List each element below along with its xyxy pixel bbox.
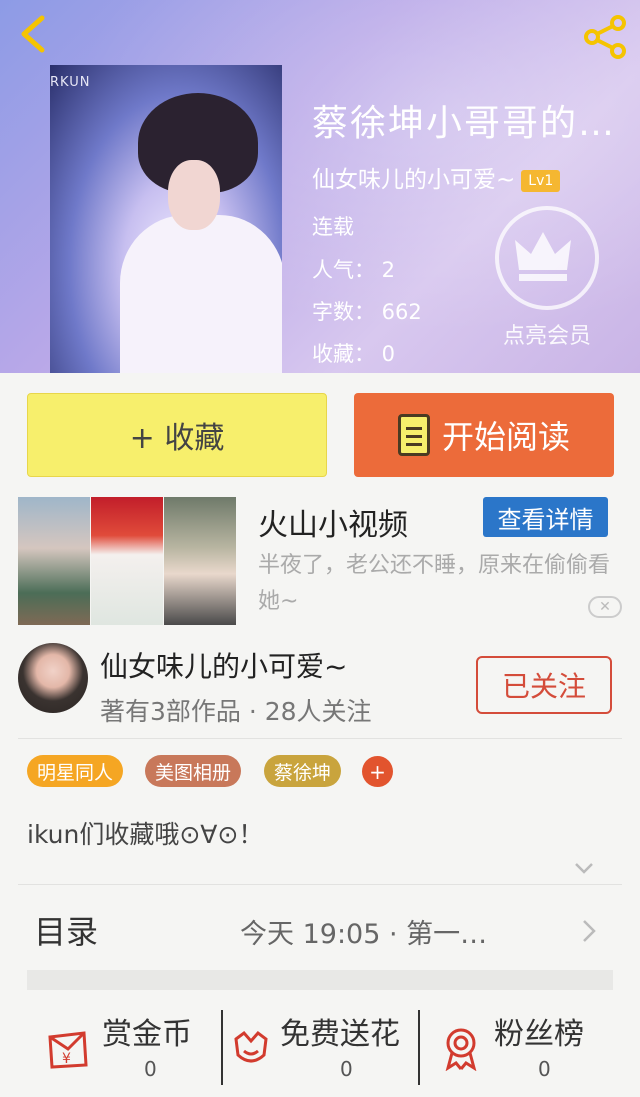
crown-icon — [515, 232, 571, 281]
book-favorites: 收藏： 0 — [312, 342, 396, 366]
divider — [18, 738, 622, 739]
start-reading-label: 开始阅读 — [441, 418, 570, 456]
chevron-left-icon[interactable] — [14, 14, 54, 54]
ad-details-button[interactable]: 查看详情 — [483, 497, 608, 537]
ad-image-1[interactable] — [18, 497, 90, 625]
book-cover: RKUN — [50, 65, 282, 373]
ad-image-3[interactable] — [164, 497, 236, 625]
fan-ranking-label: 粉丝榜 — [494, 1017, 584, 1052]
ad-image-2[interactable] — [91, 497, 163, 625]
vip-button[interactable]: 点亮会员 — [492, 206, 602, 356]
book-popularity: 人气： 2 — [312, 258, 396, 282]
author-meta: 著有3部作品 · 28人关注 — [100, 697, 372, 726]
ad-close-icon[interactable]: ✕ — [588, 596, 622, 618]
tag-star-fanfic[interactable]: 明星同人 — [27, 755, 124, 787]
tip-coins-label: 赏金币 — [102, 1017, 192, 1052]
follow-button[interactable]: 已关注 — [476, 656, 612, 714]
level-badge: Lv1 — [521, 169, 561, 192]
ad-description[interactable]: 半夜了，老公还不睡，原来在偷偷看她~ — [258, 548, 618, 620]
book-status: 连载 — [312, 215, 354, 239]
red-envelope-icon: ¥ — [48, 1031, 88, 1069]
chevron-down-icon[interactable] — [574, 858, 594, 878]
chevron-right-icon[interactable] — [580, 918, 598, 944]
svg-text:¥: ¥ — [62, 1051, 71, 1067]
author-name[interactable]: 仙女味儿的小可爱~ — [100, 645, 347, 685]
start-reading-button[interactable]: 开始阅读 — [354, 393, 614, 477]
toc-latest-chapter[interactable]: 今天 19:05 · 第一… — [240, 912, 487, 951]
send-flowers-button[interactable]: 免费送花 0 — [226, 1003, 416, 1093]
ad-title[interactable]: 火山小视频 — [258, 500, 408, 544]
toc-label[interactable]: 目录 — [34, 907, 98, 953]
tag-cai-xukun[interactable]: 蔡徐坤 — [264, 755, 342, 787]
fan-ranking-count: 0 — [538, 1057, 551, 1081]
section-spacer — [27, 970, 613, 990]
cover-brand-text: RKUN — [50, 75, 91, 90]
book-description: ikun们收藏哦⊙∀⊙！ — [27, 820, 264, 849]
book-icon — [397, 414, 430, 456]
tag-photo-album[interactable]: 美图相册 — [145, 755, 242, 787]
tip-coins-count: 0 — [144, 1057, 157, 1081]
send-flowers-label: 免费送花 — [280, 1017, 400, 1052]
add-tag-button[interactable]: + — [362, 756, 393, 787]
divider — [221, 1010, 223, 1085]
book-word-count: 字数： 662 — [312, 300, 422, 324]
divider — [18, 884, 622, 885]
flower-icon — [234, 1030, 268, 1063]
fan-ranking-button[interactable]: 粉丝榜 0 — [424, 1003, 614, 1093]
book-author-line[interactable]: 仙女味儿的小可爱~ Lv1 — [312, 160, 561, 194]
book-author[interactable]: 仙女味儿的小可爱~ — [312, 167, 515, 193]
share-icon[interactable] — [582, 14, 628, 60]
tip-coins-button[interactable]: ¥ 赏金币 0 — [40, 1003, 220, 1093]
avatar[interactable] — [18, 643, 88, 713]
book-title: 蔡徐坤小哥哥的… — [312, 103, 617, 144]
medal-icon — [445, 1028, 477, 1071]
send-flowers-count: 0 — [340, 1057, 353, 1081]
favorite-button[interactable]: + 收藏 — [27, 393, 327, 477]
divider — [418, 1010, 420, 1085]
vip-label: 点亮会员 — [502, 324, 591, 349]
